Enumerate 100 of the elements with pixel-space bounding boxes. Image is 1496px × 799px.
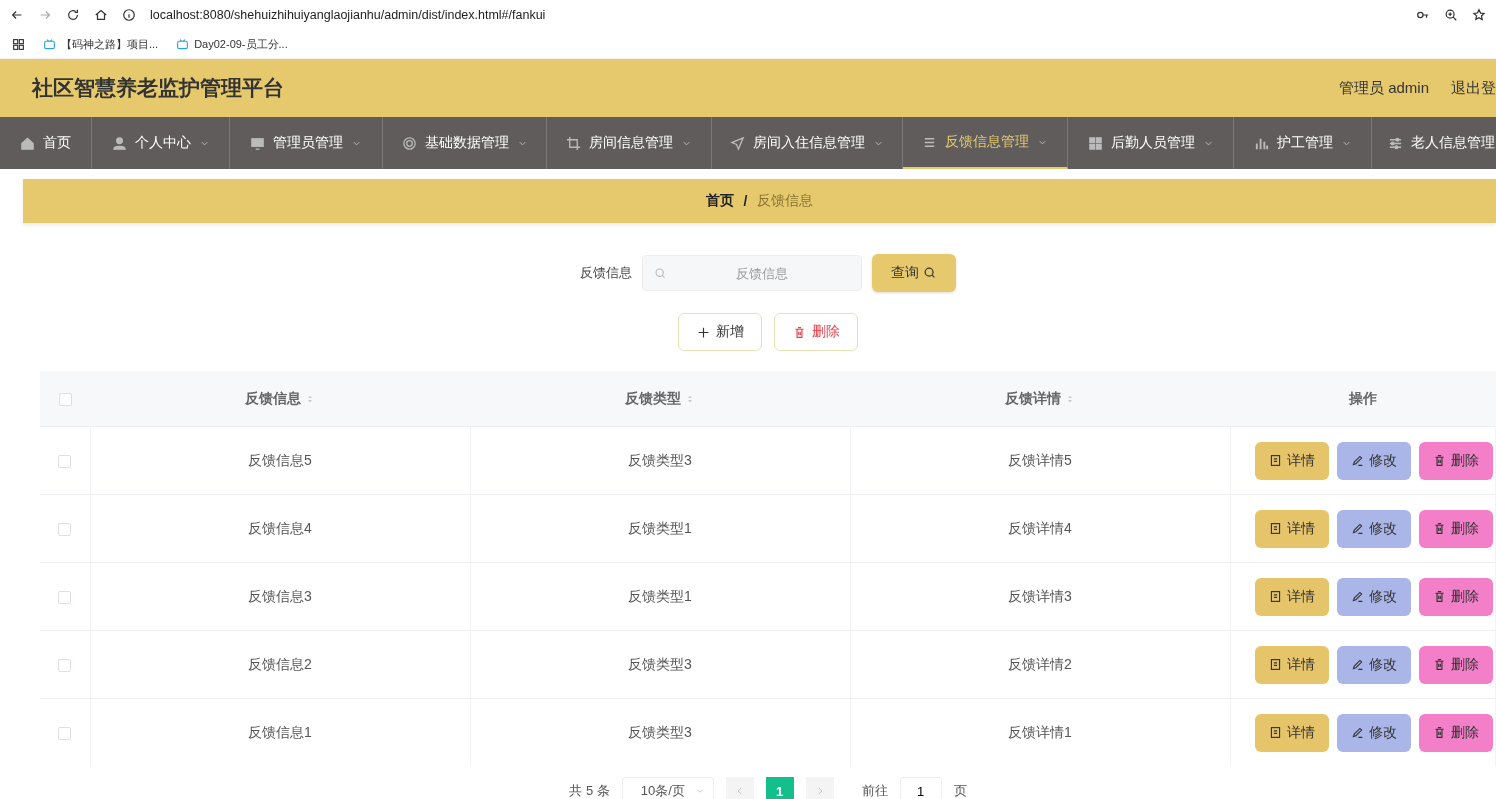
nav-label: 个人中心	[134, 134, 191, 152]
apps-grid-icon	[12, 37, 25, 51]
nav-label: 基础数据管理	[424, 134, 509, 152]
tv-icon	[176, 37, 190, 51]
ring-icon	[401, 135, 417, 151]
nav-tab[interactable]: 基础数据管理	[383, 117, 547, 169]
column-header[interactable]: 反馈信息	[245, 389, 301, 406]
nav-label: 后勤人员管理	[1110, 134, 1195, 152]
delete-button[interactable]: 删除	[1418, 441, 1493, 480]
nav-tab[interactable]: 护工管理	[1234, 117, 1372, 169]
table-cell: 反馈信息4	[248, 519, 312, 536]
delete-button[interactable]: 删除	[1418, 577, 1493, 616]
nav-tab[interactable]: 老人信息管理	[1372, 117, 1496, 169]
address-bar[interactable]: localhost:8080/shehuizhihuiyanglaojianhu/admin/dist/index.html#/fankui	[150, 8, 1402, 22]
column-header: 操作	[1348, 389, 1377, 406]
nav-label: 管理员管理	[273, 134, 343, 152]
info-icon	[122, 8, 136, 22]
nav-tab[interactable]: 房间入住信息管理	[712, 117, 903, 169]
prev-page-button[interactable]	[725, 777, 754, 799]
user-icon	[111, 135, 127, 151]
edit-button[interactable]: 修改	[1336, 713, 1411, 752]
nav-label: 房间信息管理	[589, 134, 673, 152]
query-button[interactable]: 查询	[872, 254, 956, 292]
grid-icon	[1087, 135, 1103, 151]
table-cell: 反馈类型1	[628, 587, 692, 604]
edit-button[interactable]: 修改	[1336, 645, 1411, 684]
table-cell: 反馈详情5	[1008, 451, 1072, 468]
table-cell: 反馈类型3	[628, 451, 692, 468]
star-icon	[1472, 8, 1486, 22]
back-icon	[10, 8, 24, 22]
table-cell: 反馈详情3	[1008, 587, 1072, 604]
nav-tab[interactable]: 后勤人员管理	[1068, 117, 1234, 169]
page-size-select[interactable]: 10条/页	[621, 777, 714, 799]
detail-button[interactable]: 详情	[1254, 645, 1329, 684]
row-checkbox[interactable]	[58, 659, 72, 673]
nav-tab[interactable]: 管理员管理	[230, 117, 383, 169]
table-cell: 反馈信息1	[248, 723, 312, 740]
delete-button[interactable]: 删除	[1418, 713, 1493, 752]
home-icon	[20, 135, 35, 151]
detail-button[interactable]: 详情	[1254, 577, 1329, 616]
select-all-checkbox[interactable]	[58, 393, 72, 407]
breadcrumb-current: 反馈信息	[757, 192, 814, 210]
nav-tab[interactable]: 个人中心	[92, 117, 230, 169]
document-icon	[1268, 726, 1282, 739]
row-checkbox[interactable]	[58, 591, 72, 605]
column-header[interactable]: 反馈详情	[1005, 389, 1061, 406]
nav-tab[interactable]: 反馈信息管理	[903, 117, 1068, 169]
search-icon	[923, 266, 937, 280]
search-label: 反馈信息	[580, 264, 632, 282]
delete-button[interactable]: 删除	[1418, 645, 1493, 684]
monitor-icon	[250, 135, 265, 151]
edit-button[interactable]: 修改	[1336, 577, 1411, 616]
nav-tab[interactable]: 首页	[0, 117, 92, 169]
table-cell: 反馈信息2	[248, 655, 312, 672]
logout-link[interactable]: 退出登	[1451, 78, 1496, 98]
pencil-icon	[1350, 658, 1364, 671]
row-checkbox[interactable]	[58, 455, 72, 469]
pencil-icon	[1350, 454, 1364, 467]
document-icon	[1268, 522, 1282, 535]
user-label: 管理员 admin	[1338, 78, 1429, 98]
trash-icon	[1432, 658, 1446, 671]
page-input[interactable]: 1	[899, 777, 942, 799]
table-cell: 反馈信息5	[248, 451, 312, 468]
edit-button[interactable]: 修改	[1336, 441, 1411, 480]
table-cell: 反馈类型1	[628, 519, 692, 536]
search-field[interactable]: 反馈信息	[642, 255, 862, 291]
nav-tab[interactable]: 房间信息管理	[547, 117, 712, 169]
delete-button[interactable]: 删除	[774, 313, 858, 351]
table-cell: 反馈类型3	[628, 723, 692, 740]
row-checkbox[interactable]	[58, 523, 72, 537]
app-title: 社区智慧养老监护管理平台	[32, 75, 285, 101]
nav-label: 房间入住信息管理	[753, 134, 865, 152]
bookmark-link[interactable]: Day02-09-员工分...	[194, 36, 288, 52]
trash-icon	[792, 325, 806, 339]
document-icon	[1268, 590, 1282, 603]
reload-icon	[66, 8, 80, 22]
column-header[interactable]: 反馈类型	[625, 389, 681, 406]
row-checkbox[interactable]	[58, 727, 72, 741]
table-cell: 反馈信息3	[248, 587, 312, 604]
tv-icon	[43, 37, 56, 51]
total-count: 共 5 条	[569, 782, 610, 799]
detail-button[interactable]: 详情	[1254, 509, 1329, 548]
next-page-button[interactable]	[805, 777, 834, 799]
zoom-icon	[1444, 8, 1458, 22]
bookmark-link[interactable]: 【码神之路】项目...	[61, 36, 159, 52]
plus-icon	[696, 325, 710, 339]
add-button[interactable]: 新增	[678, 313, 762, 351]
pencil-icon	[1350, 590, 1364, 603]
delete-button[interactable]: 删除	[1418, 509, 1493, 548]
detail-button[interactable]: 详情	[1254, 713, 1329, 752]
page-suffix: 页	[953, 782, 967, 799]
edit-button[interactable]: 修改	[1336, 509, 1411, 548]
trash-icon	[1432, 726, 1446, 739]
breadcrumb-link[interactable]: 首页	[705, 192, 734, 210]
trash-icon	[1432, 590, 1446, 603]
goto-label: 前往	[861, 782, 888, 799]
table-cell: 反馈详情4	[1008, 519, 1072, 536]
nav-label: 老人信息管理	[1411, 134, 1495, 152]
detail-button[interactable]: 详情	[1254, 441, 1329, 480]
home-icon	[94, 8, 108, 22]
